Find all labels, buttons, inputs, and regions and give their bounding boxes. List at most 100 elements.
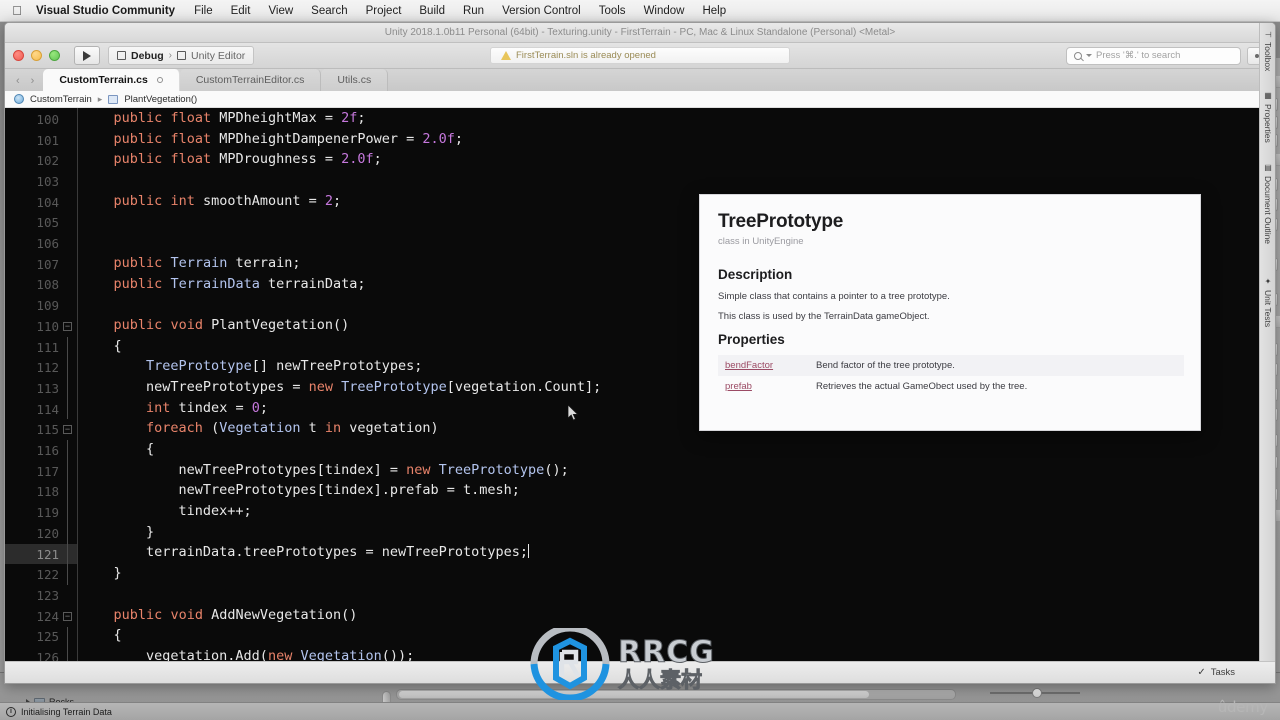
gutter-line[interactable]: 107 [5,254,77,275]
gutter-line[interactable]: 123 [5,585,77,606]
gutter-line[interactable]: 103 [5,171,77,192]
fold-collapse-icon[interactable]: − [63,425,72,435]
menu-item-view[interactable]: View [259,5,302,17]
sidebar-item-label: Toolbox [1263,41,1273,72]
run-button[interactable] [74,46,100,65]
fold-region-bar [63,626,72,648]
gutter-line[interactable]: 108 [5,275,77,296]
apple-logo-icon[interactable]:  [8,4,26,17]
gutter-line[interactable]: 115− [5,420,77,441]
gutter-line[interactable]: 119 [5,502,77,523]
property-link[interactable]: prefab [725,381,816,392]
sidebar-item-unit-tests[interactable]: ✦ Unit Tests [1260,273,1275,327]
gutter-line[interactable]: 109 [5,295,77,316]
gutter-line[interactable]: 112 [5,357,77,378]
gutter-line[interactable]: 111 [5,336,77,358]
code-token: [vegetation.Count]; [446,378,602,395]
gutter-line[interactable]: 102 [5,150,77,171]
search-input[interactable]: Press '⌘.' to search [1066,46,1241,65]
gutter-line[interactable]: 117 [5,460,77,482]
code-token: tindex++; [81,503,252,520]
project-zoom-slider[interactable] [990,688,1080,698]
menu-item-file[interactable]: File [185,5,222,17]
unity-status-bar[interactable]: i Initialising Terrain Data [0,702,1280,720]
code-line[interactable]: } [81,563,1275,584]
gutter-line[interactable]: 106 [5,233,77,254]
close-window-button[interactable] [13,50,24,61]
tab-utils[interactable]: Utils.cs [321,69,389,91]
code-line[interactable]: { [81,439,1275,460]
menu-item-edit[interactable]: Edit [222,5,260,17]
code-token: TreePrototype [146,358,252,375]
chevron-down-icon[interactable] [1086,54,1092,57]
sidebar-item-document-outline[interactable]: ▤ Document Outline [1260,159,1275,244]
code-line[interactable]: public void AddNewVegetation() [81,605,1275,626]
code-editor[interactable]: 100 101 102 103 104 105 106 107 108 109 110−111 112… [5,108,1275,675]
menu-item-window[interactable]: Window [635,5,694,17]
menu-item-search[interactable]: Search [302,5,356,17]
nav-forward-icon[interactable]: › [31,76,35,87]
menu-app-name[interactable]: Visual Studio Community [26,5,185,17]
nav-back-icon[interactable]: ‹ [16,76,20,87]
gutter-line[interactable]: 113 [5,378,77,399]
line-number-gutter[interactable]: 100 101 102 103 104 105 106 107 108 109 110−111 112… [5,108,77,675]
fold-collapse-icon[interactable]: − [63,321,72,331]
maximize-window-button[interactable] [49,50,60,61]
macos-menu-bar[interactable]:  Visual Studio Community File Edit View… [0,0,1280,22]
window-controls[interactable] [13,50,60,61]
fold-collapse-icon[interactable]: − [63,611,72,621]
gutter-line[interactable]: 104 [5,192,77,213]
sidebar-item-properties[interactable]: ▦ Properties [1260,87,1275,143]
gutter-line[interactable]: 101 [5,130,77,151]
breadcrumb-member[interactable]: PlantVegetation() [124,94,197,105]
gutter-line[interactable]: 105 [5,213,77,234]
documentation-tooltip[interactable]: TreePrototype class in UnityEngine Descr… [699,194,1201,431]
menu-item-tools[interactable]: Tools [590,5,635,17]
code-line[interactable]: } [81,522,1275,543]
table-row[interactable]: prefab Retrieves the actual GameObect us… [718,376,1184,397]
gutter-line[interactable]: 122 [5,564,77,585]
menu-item-build[interactable]: Build [410,5,454,17]
code-line[interactable] [81,584,1275,605]
line-number: 113 [36,380,59,396]
vs-toolbar[interactable]: Debug › Unity Editor FirstTerrain.sln is… [5,43,1275,69]
menu-item-run[interactable]: Run [454,5,493,17]
menu-item-help[interactable]: Help [693,5,735,17]
gutter-line[interactable]: 110− [5,316,77,337]
property-link[interactable]: bendFactor [725,360,816,371]
gutter-line[interactable]: 124− [5,606,77,627]
code-line[interactable]: public float MPDroughness = 2.0f; [81,149,1275,170]
fold-region-bar [63,460,72,482]
minimize-window-button[interactable] [31,50,42,61]
code-line[interactable]: public float MPDheightMax = 2f; [81,108,1275,129]
gutter-line[interactable]: 118 [5,481,77,503]
tab-custom-terrain-editor[interactable]: CustomTerrainEditor.cs [179,69,322,91]
code-line[interactable] [81,170,1275,191]
editor-tab-strip[interactable]: ‹ › CustomTerrain.cs CustomTerrainEditor… [5,64,1275,91]
right-pad-tabs[interactable]: ⊤ Toolbox ▦ Properties ▤ Document Outlin… [1259,23,1275,683]
menu-item-version-control[interactable]: Version Control [493,5,590,17]
breadcrumb[interactable]: CustomTerrain ▸ PlantVegetation() [5,91,1275,108]
sidebar-item-toolbox[interactable]: ⊤ Toolbox [1260,27,1275,72]
gutter-line[interactable]: 114 [5,398,77,420]
tab-navigation[interactable]: ‹ › [5,76,43,91]
code-line[interactable]: newTreePrototypes[tindex].prefab = t.mes… [81,480,1275,501]
modified-indicator-icon[interactable] [156,77,163,83]
run-configuration-selector[interactable]: Debug › Unity Editor [108,46,255,65]
gutter-line[interactable]: 116 [5,440,77,461]
gutter-line[interactable]: 120 [5,523,77,544]
menu-item-project[interactable]: Project [357,5,411,17]
status-message-pill[interactable]: FirstTerrain.sln is already opened [490,47,790,64]
tab-custom-terrain[interactable]: CustomTerrain.cs [43,69,180,91]
code-line[interactable]: public float MPDheightDampenerPower = 2.… [81,129,1275,150]
code-line[interactable]: newTreePrototypes[tindex] = new TreeProt… [81,460,1275,481]
code-line[interactable]: tindex++; [81,501,1275,522]
code-line[interactable]: terrainData.treePrototypes = newTreeProt… [81,542,1275,563]
gutter-line[interactable]: 100 [5,109,77,130]
breadcrumb-class[interactable]: CustomTerrain [30,94,92,105]
gutter-line[interactable]: 121 [5,543,77,565]
tasks-button[interactable]: ✓ Tasks [1197,667,1235,678]
table-row[interactable]: bendFactor Bend factor of the tree proto… [718,355,1184,376]
gutter-line[interactable]: 125 [5,626,77,648]
